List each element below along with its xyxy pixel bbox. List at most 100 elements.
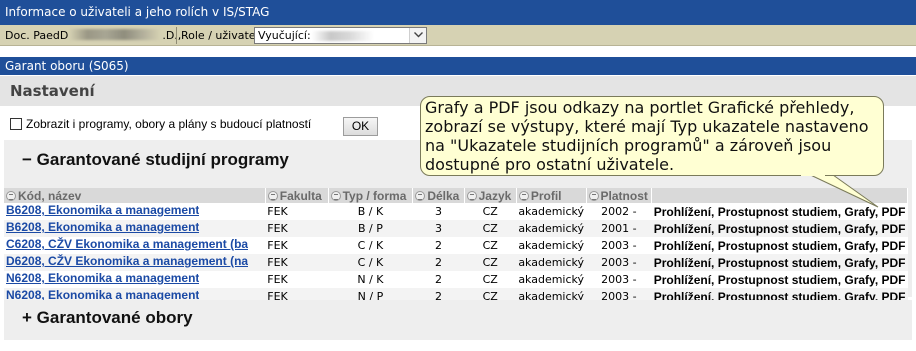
- cell-jazyk: CZ: [464, 237, 517, 254]
- program-link[interactable]: N6208, Ekonomika a management: [6, 271, 199, 285]
- future-validity-label: Zobrazit i programy, obory a plány s bud…: [26, 117, 312, 131]
- col-label: Délka: [427, 188, 460, 203]
- sort-icon[interactable]: [330, 190, 341, 201]
- portlet-title: Garant oboru (S065): [5, 59, 129, 73]
- cell-actions[interactable]: Prohlížení, Prostupnost studiem, Grafy, …: [651, 203, 908, 220]
- future-validity-checkbox[interactable]: [10, 118, 22, 130]
- table-row: N6208, Ekonomika a management FEK N / K …: [4, 271, 908, 288]
- cell-kod: D6208, CŽV Ekonomika a management (na: [4, 254, 266, 271]
- col-label: Typ / forma: [342, 188, 407, 203]
- program-link[interactable]: B6208, Ekonomika a management: [6, 203, 199, 217]
- cell-fakulta: FEK: [265, 203, 329, 220]
- cell-jazyk: CZ: [464, 203, 517, 220]
- col-label: Platnost: [600, 188, 648, 203]
- cell-profil: akademický: [516, 271, 587, 288]
- col-label: Fakulta: [279, 188, 322, 203]
- cell-typ: B / K: [328, 203, 413, 220]
- col-header-actions: [651, 188, 908, 203]
- sort-icon[interactable]: [518, 190, 529, 201]
- cell-jazyk: CZ: [464, 254, 517, 271]
- app-header: Informace o uživateli a jeho rolích v IS…: [0, 0, 916, 25]
- cell-fakulta: FEK: [265, 271, 329, 288]
- cell-typ: C / K: [328, 254, 413, 271]
- sort-icon[interactable]: [6, 190, 16, 201]
- divider: [176, 27, 177, 44]
- cell-actions[interactable]: Prohlížení, Prostupnost studiem, Grafy, …: [651, 271, 908, 288]
- cell-profil: akademický: [516, 237, 587, 254]
- sort-icon[interactable]: [415, 190, 426, 201]
- cell-delka: 3: [412, 220, 465, 237]
- cell-actions[interactable]: Prohlížení, Prostupnost studiem, Grafy, …: [651, 254, 908, 271]
- cell-platnost: 2003 -: [586, 271, 652, 288]
- cell-profil: akademický: [516, 220, 587, 237]
- col-label: Jazyk: [478, 188, 512, 203]
- cell-typ: B / P: [328, 220, 413, 237]
- table-row: D6208, CŽV Ekonomika a management (na FE…: [4, 254, 908, 271]
- programs-title-text: Garantované studijní programy: [36, 150, 289, 169]
- programs-section-title[interactable]: − Garantované studijní programy: [22, 150, 289, 170]
- table-row: C6208, CŽV Ekonomika a management (ba FE…: [4, 237, 908, 254]
- cell-profil: akademický: [516, 254, 587, 271]
- cell-actions[interactable]: Prohlížení, Prostupnost studiem, Grafy, …: [651, 237, 908, 254]
- sort-icon[interactable]: [466, 190, 477, 201]
- redacted-role: [312, 31, 374, 41]
- cell-fakulta: FEK: [265, 237, 329, 254]
- cell-kod: B6208, Ekonomika a management: [4, 220, 266, 237]
- cell-platnost: 2003 -: [586, 254, 652, 271]
- user-name-prefix: Doc. PaedD: [5, 29, 69, 42]
- col-header-kod[interactable]: Kód, název: [4, 188, 266, 203]
- cell-fakulta: FEK: [265, 254, 329, 271]
- cell-delka: 3: [412, 203, 465, 220]
- col-label: Profil: [530, 188, 562, 203]
- cell-kod: N6208, Ekonomika a management: [4, 271, 266, 288]
- collapse-icon[interactable]: −: [22, 150, 32, 169]
- col-header-typ[interactable]: Typ / forma: [328, 188, 414, 203]
- user-name: Doc. PaedD .D.,: [5, 29, 181, 42]
- table-header-row: Kód, název Fakulta Typ / forma Délka Jaz…: [4, 188, 908, 203]
- cell-fakulta: FEK: [265, 220, 329, 237]
- fields-title-text: Garantované obory: [36, 308, 193, 327]
- cell-actions[interactable]: Prohlížení, Prostupnost studiem, Grafy, …: [651, 220, 908, 237]
- sort-icon[interactable]: [267, 190, 278, 201]
- col-header-delka[interactable]: Délka: [412, 188, 465, 203]
- ok-button[interactable]: OK: [343, 117, 378, 136]
- col-header-jazyk[interactable]: Jazyk: [464, 188, 517, 203]
- col-header-profil[interactable]: Profil: [516, 188, 587, 203]
- expand-icon[interactable]: +: [22, 308, 32, 327]
- callout-text: Grafy a PDF jsou odkazy na portlet Grafi…: [425, 98, 869, 174]
- cell-jazyk: CZ: [464, 220, 517, 237]
- settings-title: Nastavení: [10, 82, 95, 100]
- col-header-platnost[interactable]: Platnost: [586, 188, 653, 203]
- cell-typ: N / K: [328, 271, 413, 288]
- redacted-name: [69, 29, 162, 40]
- program-link[interactable]: B6208, Ekonomika a management: [6, 220, 199, 234]
- programs-table: Kód, název Fakulta Typ / forma Délka Jaz…: [4, 188, 908, 305]
- cell-platnost: 2003 -: [586, 237, 652, 254]
- cell-kod: C6208, CŽV Ekonomika a management (ba: [4, 237, 266, 254]
- cell-platnost: 2002 -: [586, 203, 652, 220]
- portlet-header: Garant oboru (S065): [0, 57, 916, 75]
- role-label: Role / uživatel: [181, 29, 259, 42]
- fields-section-title[interactable]: + Garantované obory: [22, 308, 193, 328]
- col-header-fakulta[interactable]: Fakulta: [265, 188, 329, 203]
- program-link[interactable]: C6208, CŽV Ekonomika a management (ba: [6, 237, 248, 251]
- help-callout: Grafy a PDF jsou odkazy na portlet Grafi…: [420, 96, 884, 176]
- chevron-down-icon[interactable]: [409, 28, 426, 43]
- program-link[interactable]: D6208, CŽV Ekonomika a management (na: [6, 254, 248, 268]
- user-bar: Doc. PaedD .D., Role / uživatel Vyučující…: [0, 25, 916, 46]
- role-select-value: Vyučující:: [258, 29, 311, 42]
- col-label: Kód, název: [18, 188, 82, 203]
- cell-jazyk: CZ: [464, 271, 517, 288]
- table-row: B6208, Ekonomika a management FEK B / K …: [4, 203, 908, 220]
- cell-delka: 2: [412, 254, 465, 271]
- cell-typ: C / K: [328, 237, 413, 254]
- role-select[interactable]: Vyučující:: [254, 27, 427, 44]
- sort-icon[interactable]: [588, 190, 599, 201]
- cell-delka: 2: [412, 237, 465, 254]
- cell-platnost: 2001 -: [586, 220, 652, 237]
- cell-delka: 2: [412, 271, 465, 288]
- user-name-suffix: .D.,: [162, 29, 182, 42]
- table-row: B6208, Ekonomika a management FEK B / P …: [4, 220, 908, 237]
- app-title: Informace o uživateli a jeho rolích v IS…: [5, 5, 270, 19]
- cell-kod: B6208, Ekonomika a management: [4, 203, 266, 220]
